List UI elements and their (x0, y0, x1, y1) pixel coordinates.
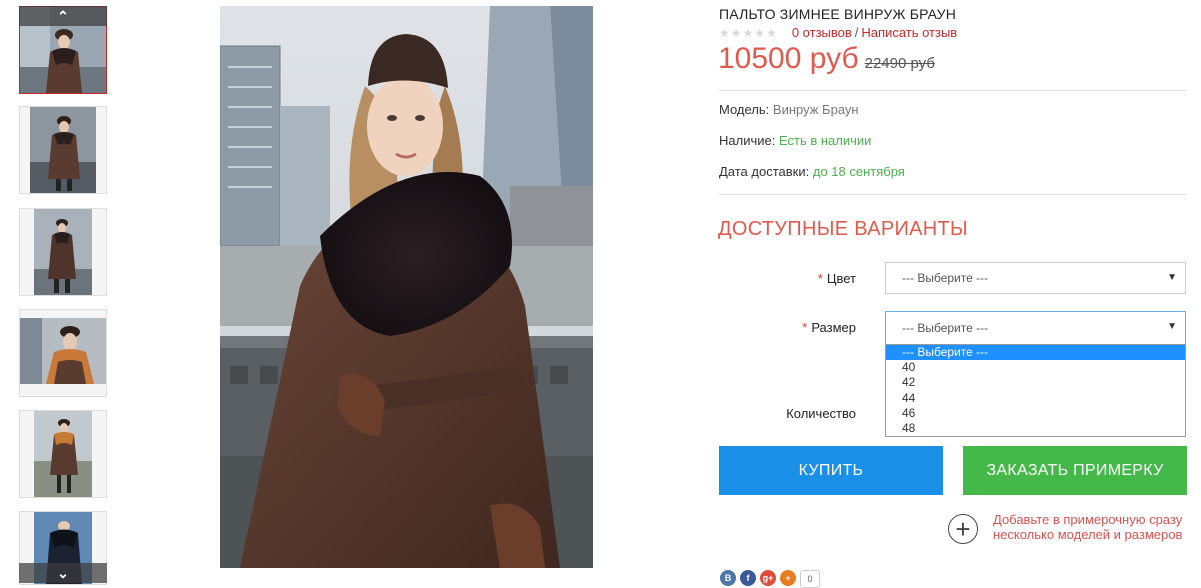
star-icon: ★ (742, 25, 755, 40)
chevron-up-icon: ⌃ (57, 7, 69, 24)
delivery-row: Дата доставки: до 18 сентября (719, 164, 905, 179)
model-row: Модель: Винруж Браун (719, 102, 859, 117)
model-value: Винруж Браун (772, 102, 859, 117)
rating-row: ★★★★★ 0 отзывов / Написать отзыв (719, 25, 957, 40)
buy-button[interactable]: КУПИТЬ (719, 446, 943, 495)
caret-down-icon: ▼ (1167, 321, 1177, 332)
write-review-link[interactable]: Написать отзыв (861, 25, 957, 40)
stock-row: Наличие: Есть в наличии (719, 133, 871, 148)
model-label: Модель: (719, 102, 770, 117)
required-mark: * (802, 320, 808, 335)
size-option[interactable]: 44 (886, 391, 1185, 406)
color-label-wrap: * Цвет (716, 271, 856, 286)
order-fitting-button[interactable]: ЗАКАЗАТЬ ПРИМЕРКУ (963, 446, 1187, 495)
chevron-down-icon: ⌄ (57, 564, 69, 581)
share-plus-icon[interactable]: + (780, 570, 796, 586)
caret-down-icon: ▼ (1167, 272, 1177, 283)
delivery-label: Дата доставки: (719, 164, 810, 179)
stock-label: Наличие: (719, 133, 776, 148)
options-heading: ДОСТУПНЫЕ ВАРИАНТЫ (718, 218, 969, 240)
size-dropdown-list: --- Выберите --- 40 42 44 46 48 (885, 344, 1186, 437)
thumbnail-5[interactable] (19, 410, 107, 498)
size-select[interactable]: --- Выберите --- ▼ (885, 311, 1186, 345)
required-mark: * (817, 271, 823, 286)
size-select-value: --- Выберите --- (902, 321, 989, 335)
price-old: 22490 руб (864, 55, 935, 72)
color-label: Цвет (826, 271, 856, 286)
vk-share-icon[interactable]: B (720, 570, 736, 586)
gallery-up-arrow[interactable]: ⌃ (19, 6, 107, 26)
star-icon: ★ (766, 25, 778, 40)
add-to-fitting-room[interactable]: + Добавьте в примерочную сразу несколько… (948, 512, 1183, 544)
share-count: 0 (800, 570, 820, 588)
size-option[interactable]: 40 (886, 360, 1185, 375)
thumbnail-3[interactable] (19, 208, 107, 296)
main-product-photo[interactable] (220, 6, 593, 568)
rating-separator: / (854, 25, 859, 40)
product-title: ПАЛЬТО ЗИМНЕЕ ВИНРУЖ БРАУН (719, 6, 957, 22)
add-to-fitting-text[interactable]: Добавьте в примерочную сразу несколько м… (993, 512, 1183, 542)
price-current: 10500 руб (718, 42, 859, 75)
star-icon: ★ (754, 25, 767, 40)
size-option[interactable]: --- Выберите --- (886, 345, 1185, 361)
plus-circle-icon[interactable]: + (948, 514, 978, 544)
gallery-down-arrow[interactable]: ⌄ (19, 563, 107, 583)
divider (719, 90, 1187, 91)
size-option[interactable]: 48 (886, 421, 1185, 436)
quantity-label: Количество (786, 406, 856, 421)
color-select-value: --- Выберите --- (902, 271, 989, 285)
social-share-bar: B f g+ + 0 (720, 570, 820, 588)
divider (719, 194, 1187, 195)
size-label-wrap: * Размер (716, 320, 856, 335)
thumbnail-4[interactable] (19, 309, 107, 397)
color-select[interactable]: --- Выберите --- ▼ (885, 262, 1186, 294)
thumbnail-2[interactable] (19, 106, 107, 194)
size-option[interactable]: 46 (886, 406, 1185, 421)
thumbnail-gallery: ⌃ ⌄ (19, 6, 107, 585)
price-block: 10500 руб 22490 руб (718, 42, 935, 76)
star-icon: ★ (730, 25, 743, 40)
google-plus-share-icon[interactable]: g+ (760, 570, 776, 586)
rating-stars: ★★★★★ (719, 26, 778, 40)
size-label: Размер (811, 320, 856, 335)
facebook-share-icon[interactable]: f (740, 570, 756, 586)
size-option[interactable]: 42 (886, 375, 1185, 390)
coat-photo-illustration (220, 6, 593, 568)
star-icon: ★ (719, 25, 731, 40)
delivery-value: до 18 сентября (812, 164, 905, 179)
stock-value: Есть в наличии (778, 133, 872, 148)
reviews-link[interactable]: 0 отзывов (792, 25, 852, 40)
